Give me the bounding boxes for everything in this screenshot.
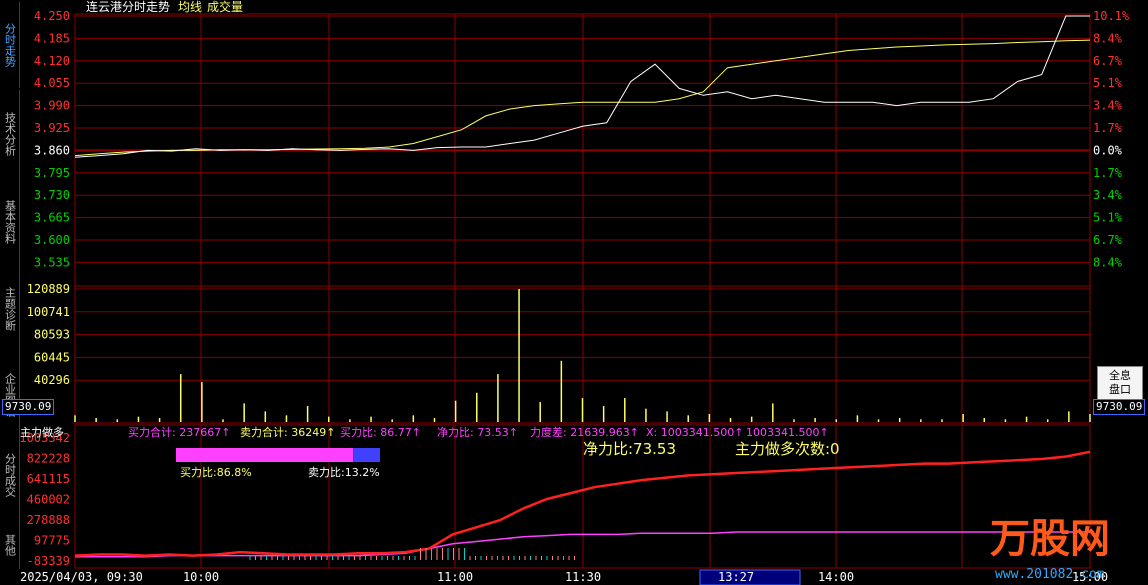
- pct-tick: 1.7%: [1093, 166, 1123, 180]
- volume-tick: 80593: [34, 328, 70, 342]
- chart-title: 连云港分时走势: [86, 0, 170, 14]
- volume-tick: 40296: [34, 373, 70, 387]
- price-tick: 4.185: [34, 31, 70, 45]
- buy-ratio-fill: [176, 448, 354, 462]
- net-ratio-big: 净力比:73.53: [583, 440, 676, 458]
- volume-current-left: 9730.09: [2, 399, 55, 415]
- sell-ratio-label: 卖力比:13.2%: [308, 466, 380, 479]
- pct-tick: 6.7%: [1093, 54, 1123, 68]
- price-tick: 3.665: [34, 211, 70, 225]
- pct-tick: 1.7%: [1093, 121, 1123, 135]
- volume-tick: 60445: [34, 350, 70, 364]
- indicator-tick: -83339: [27, 554, 70, 568]
- watermark-brand: 万股网: [990, 516, 1110, 562]
- indicator-stat: 力度差: 21639.963↑: [530, 425, 639, 439]
- full-info-label-2: 盘口: [1109, 383, 1131, 396]
- pct-tick: 5.1%: [1093, 211, 1123, 225]
- pct-tick: 3.4%: [1093, 188, 1123, 202]
- volume-tick: 100741: [27, 305, 70, 319]
- time-axis-label: 14:00: [818, 570, 854, 584]
- volume-legend: 成交量: [207, 0, 243, 14]
- pct-tick: 10.1%: [1093, 9, 1130, 23]
- price-tick: 4.055: [34, 76, 70, 90]
- pct-tick: 8.4%: [1093, 255, 1123, 269]
- price-tick: 3.600: [34, 233, 70, 247]
- price-tick: 4.120: [34, 54, 70, 68]
- pct-tick: 6.7%: [1093, 233, 1123, 247]
- pct-tick: 8.4%: [1093, 31, 1123, 45]
- indicator-stat: 买力比: 86.77↑: [340, 426, 421, 439]
- full-info-label-1: 全息: [1109, 369, 1131, 382]
- volume-current-right: 9730.09: [1093, 399, 1146, 415]
- indicator-tick: 641115: [27, 472, 70, 486]
- price-tick: 3.925: [34, 121, 70, 135]
- price-tick: 3.795: [34, 166, 70, 180]
- avg-legend: 均线: [178, 0, 202, 14]
- indicator-stat: 1003341.500↑: [746, 426, 829, 439]
- indicator-stat: X: 1003341.500↑: [646, 426, 743, 439]
- buy-ratio-label: 买力比:86.8%: [180, 466, 252, 479]
- pct-tick: 3.4%: [1093, 99, 1123, 113]
- price-tick: 3.990: [34, 99, 70, 113]
- pct-tick: 0.0%: [1093, 143, 1123, 157]
- indicator-tick: 278888: [27, 513, 70, 527]
- indicator-stat: 净力比: 73.53↑: [437, 425, 518, 439]
- pct-tick: 5.1%: [1093, 76, 1123, 90]
- watermark-url: www.201082.com: [995, 567, 1105, 582]
- full-info-panel-button[interactable]: 全息 盘口: [1097, 366, 1143, 400]
- time-axis-date: 2025/04/03, 09:30: [20, 570, 143, 584]
- intraday-chart[interactable]: 4.250 10.1% 4.185 8.4% 4.120 6.7% 4.055 5.1% 3.9…: [0, 0, 1148, 585]
- indicator-tick: 460002: [27, 493, 70, 507]
- sell-ratio-fill: [353, 448, 380, 462]
- main-long-count: 主力做多次数:0: [735, 440, 840, 458]
- indicator-stat: 卖力合计: 36249↑: [240, 425, 335, 439]
- price-tick: 3.860: [34, 143, 70, 157]
- indicator-stat: 主力做多: [20, 425, 64, 439]
- indicator-stat: 买力合计: 237667↑: [128, 425, 230, 439]
- indicator-tick: 97775: [34, 534, 70, 548]
- indicator-tick: 822228: [27, 452, 70, 466]
- volume-tick: 120889: [27, 282, 70, 296]
- time-axis-label: 10:00: [183, 570, 219, 584]
- price-tick: 3.535: [34, 255, 70, 269]
- time-axis-label: 11:30: [565, 570, 601, 584]
- price-tick: 3.730: [34, 188, 70, 202]
- time-axis-label: 11:00: [437, 570, 473, 584]
- time-cursor-label: 13:27: [718, 570, 754, 584]
- price-tick: 4.250: [34, 9, 70, 23]
